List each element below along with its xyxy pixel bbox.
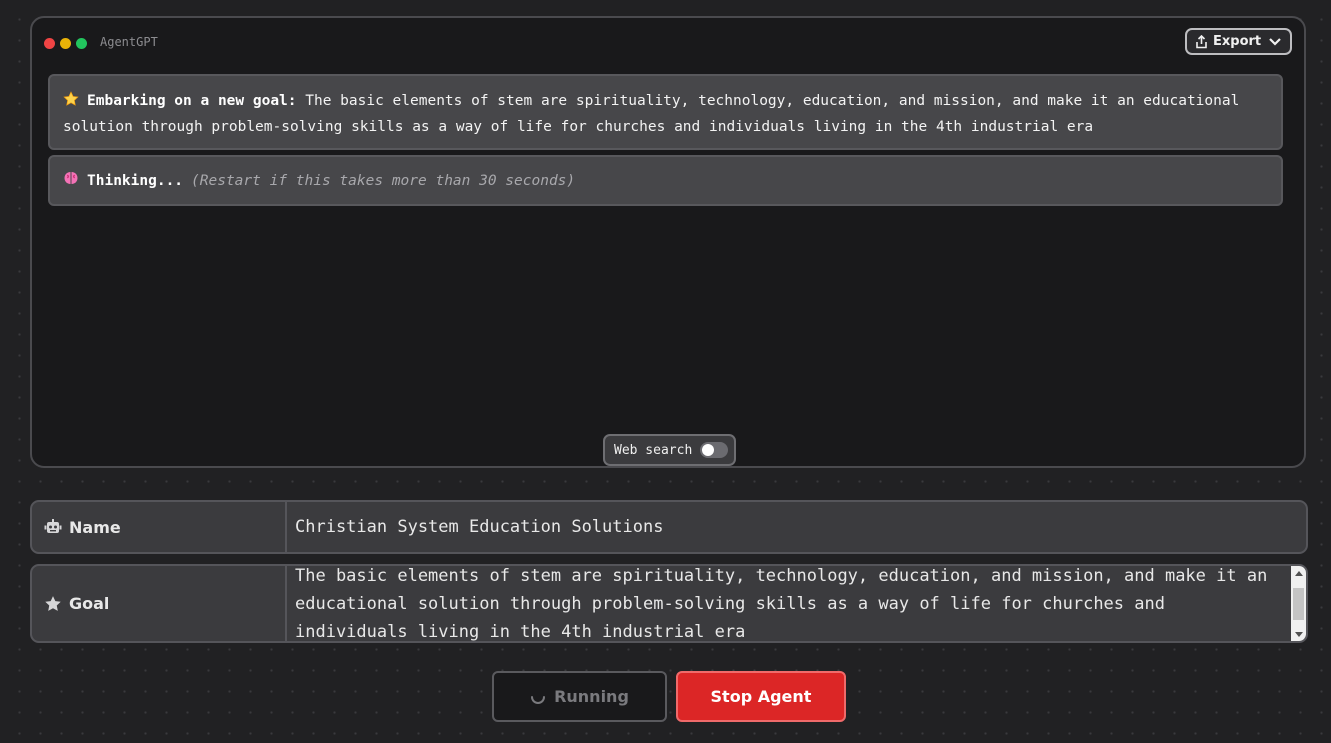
minimize-dot[interactable] (60, 38, 71, 49)
goal-scrollbar[interactable] (1291, 566, 1306, 641)
name-field: Name Christian System Education Solution… (30, 500, 1308, 554)
scroll-thumb[interactable] (1293, 588, 1304, 620)
web-search-switch[interactable] (700, 442, 729, 458)
agent-window: AgentGPT Export Embarking on a new goal:… (30, 16, 1306, 468)
export-button[interactable]: Export (1185, 28, 1292, 55)
web-search-label: Web search (614, 442, 693, 458)
thinking-message: Thinking... (Restart if this takes more … (48, 155, 1283, 206)
robot-icon (44, 519, 62, 535)
close-dot[interactable] (44, 38, 55, 49)
thinking-hint: (Restart if this takes more than 30 seco… (191, 172, 576, 189)
thinking-label: Thinking... (87, 172, 184, 189)
star-icon (44, 595, 62, 613)
maximize-dot[interactable] (76, 38, 87, 49)
chevron-down-icon (1268, 37, 1282, 47)
goal-textarea[interactable]: The basic elements of stem are spiritual… (295, 566, 1286, 641)
scroll-up-icon[interactable] (1291, 566, 1306, 580)
goal-message-prefix: Embarking on a new goal: (87, 93, 297, 109)
name-label: Name (69, 517, 121, 537)
goal-label: Goal (69, 594, 110, 613)
goal-label-cell: Goal (32, 566, 287, 641)
switch-knob (702, 444, 715, 456)
window-controls (44, 38, 87, 49)
export-label: Export (1213, 34, 1262, 49)
stop-agent-label: Stop Agent (710, 687, 812, 706)
name-label-cell: Name (32, 502, 287, 552)
window-title: AgentGPT (100, 35, 158, 49)
web-search-toggle[interactable]: Web search (603, 434, 736, 466)
scroll-down-icon[interactable] (1291, 627, 1306, 641)
goal-field: Goal The basic elements of stem are spir… (30, 564, 1308, 643)
name-input[interactable]: Christian System Education Solutions (295, 502, 1306, 552)
star-icon (63, 91, 79, 115)
running-label: Running (554, 687, 629, 706)
share-icon (1195, 34, 1208, 49)
goal-message: Embarking on a new goal: The basic eleme… (48, 74, 1283, 150)
spinner-icon (530, 689, 546, 705)
brain-icon (63, 170, 79, 194)
running-button[interactable]: Running (492, 671, 667, 722)
stop-agent-button[interactable]: Stop Agent (676, 671, 846, 722)
